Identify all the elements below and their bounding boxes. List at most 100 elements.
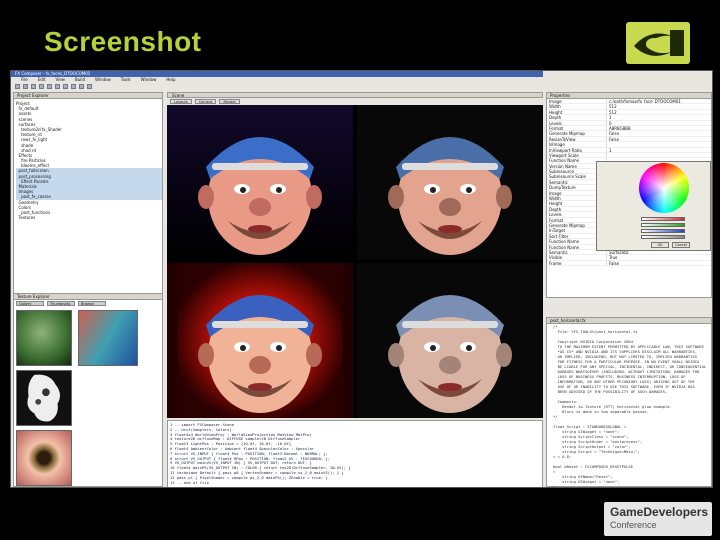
property-value[interactable]: True (607, 255, 711, 259)
texture-thumbnail-mask[interactable] (16, 370, 72, 426)
right-ear (306, 343, 322, 367)
scene-tab[interactable]: Layouts (170, 99, 192, 104)
mouth (438, 225, 462, 233)
property-value[interactable]: A8R8G8B8 (607, 126, 711, 130)
scene-tab[interactable]: Camera (194, 99, 217, 104)
slide-title: Screenshot (44, 26, 202, 57)
right-ear (496, 185, 512, 209)
color-wheel[interactable] (639, 163, 689, 213)
property-name: Visible (547, 255, 607, 260)
new-file-icon[interactable] (15, 84, 20, 89)
shader-source-panel[interactable]: post_horizontal.fx /* File: %FX_TOOLS%/p… (546, 317, 712, 487)
nose (439, 198, 461, 216)
nose (249, 198, 271, 216)
property-name: Generate Mipmap (547, 131, 607, 136)
right-ear (306, 185, 322, 209)
property-name: ResizeToView (547, 136, 607, 142)
save-icon[interactable] (31, 84, 36, 89)
helmet-band (212, 163, 308, 170)
left-ear (198, 343, 214, 367)
property-name: Width (547, 104, 607, 109)
property-value[interactable]: False (607, 131, 711, 135)
left-ear (388, 185, 404, 209)
right-pupil (466, 345, 472, 351)
property-name: Levels (547, 120, 607, 126)
property-name: Depth (547, 115, 607, 120)
mouth (248, 225, 272, 233)
helmet-band (402, 163, 498, 170)
property-value[interactable] (607, 142, 711, 146)
toolbar (11, 83, 543, 90)
texture-thumbnail-normal[interactable] (78, 310, 138, 366)
scene-tabs: Layouts Camera Render (167, 98, 543, 105)
scene-viewport[interactable] (167, 105, 543, 418)
texture-tab[interactable]: Thumbnails (47, 301, 75, 306)
property-value[interactable]: False (607, 261, 711, 265)
shader-source: /* File: %FX_TOOLS%/post_horizontal.fx C… (547, 324, 711, 488)
property-value[interactable]: 512 (607, 110, 711, 114)
app-window: FX Composer - fx_faces_DTOOCOM01 File Edi… (10, 70, 713, 488)
texture-tab[interactable]: Gallery (16, 301, 44, 306)
property-value[interactable]: 512 (607, 104, 711, 108)
property-name: Viewport Scale (547, 152, 607, 158)
mouth (248, 383, 272, 391)
redo-icon[interactable] (71, 84, 76, 89)
property-value[interactable]: 1 (607, 115, 711, 119)
property-name: Image (547, 99, 607, 104)
property-name: Frame (547, 260, 607, 266)
texture-tab[interactable]: Browse (78, 301, 106, 306)
left-ear (198, 185, 214, 209)
gdc-logo: GameDevelopers Conference (604, 502, 712, 536)
run-icon[interactable] (87, 84, 92, 89)
tree-item[interactable]: Textures (16, 215, 162, 220)
green-slider[interactable] (641, 223, 685, 227)
character-renders (198, 137, 512, 413)
property-name: IsImage (547, 142, 607, 147)
paste-icon[interactable] (55, 84, 60, 89)
left-pupil (240, 187, 246, 193)
right-ear (496, 343, 512, 367)
gdc-logo-line2: Conference (610, 520, 657, 530)
open-icon[interactable] (23, 84, 28, 89)
project-explorer: Project Explorer Project fx_default asse… (13, 92, 163, 302)
nose (249, 356, 271, 374)
scene-tab[interactable]: Render (219, 99, 240, 104)
texture-thumbnail-eye[interactable] (16, 430, 72, 486)
build-icon[interactable] (79, 84, 84, 89)
blue-slider[interactable] (641, 229, 685, 233)
source-line: >; (553, 484, 558, 488)
right-pupil (276, 187, 282, 193)
code-line: 13 -- end of file (170, 480, 209, 485)
slide: Screenshot GameDevelopers Conference FX … (0, 0, 720, 540)
property-value[interactable]: 0 (607, 121, 711, 125)
mouth (438, 383, 462, 391)
texture-explorer: Texture Explorer Gallery Thumbnails Browse (13, 293, 163, 487)
red-slider[interactable] (641, 217, 685, 221)
nvidia-logo-icon (626, 22, 690, 64)
gdc-logo-line1: GameDevelopers (610, 505, 709, 519)
undo-icon[interactable] (63, 84, 68, 89)
left-pupil (240, 345, 246, 351)
property-name: InViewport Ratio (547, 147, 607, 153)
property-value[interactable] (607, 153, 711, 157)
left-pupil (430, 187, 436, 193)
property-row[interactable]: Frame False (547, 260, 711, 267)
property-value[interactable]: 1 (607, 148, 711, 152)
cut-icon[interactable] (39, 84, 44, 89)
property-value[interactable]: c:/path/fxmap/fx_face_DTOOCOM01 (607, 99, 711, 103)
helmet-band (402, 321, 498, 328)
property-name: Height (547, 109, 607, 115)
cancel-button[interactable]: Cancel (672, 242, 690, 248)
left-pupil (430, 345, 436, 351)
texture-tabs: Gallery Thumbnails Browse (14, 300, 162, 307)
project-tree: Project fx_default assets scenes surface… (14, 99, 162, 220)
alpha-slider[interactable] (641, 235, 685, 239)
ok-button[interactable]: OK (651, 242, 669, 248)
texture-thumbnail-green[interactable] (16, 310, 72, 366)
property-value[interactable]: False (607, 137, 711, 141)
code-editor[interactable]: 1 -- import FXComposer.Scene 2 -- dict(Sa… (167, 420, 543, 487)
right-pupil (276, 345, 282, 351)
copy-icon[interactable] (47, 84, 52, 89)
property-name: Format (547, 125, 607, 131)
helmet-band (212, 321, 308, 328)
